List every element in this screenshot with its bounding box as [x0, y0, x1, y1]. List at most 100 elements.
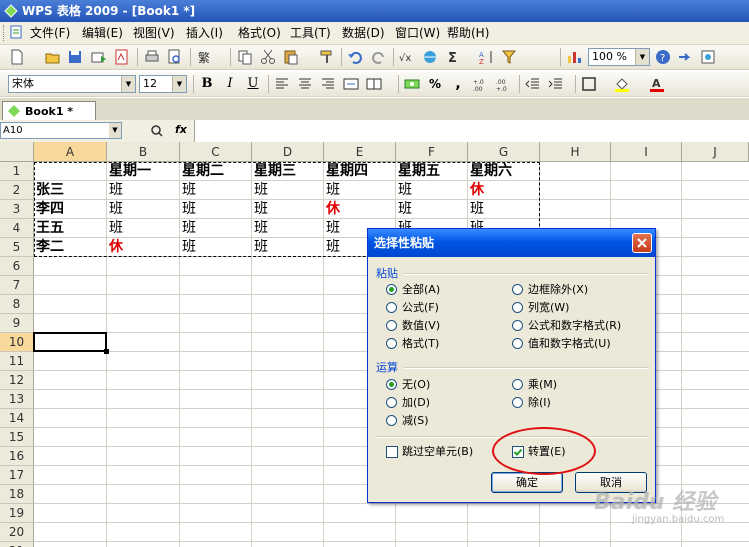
column-header-f[interactable]: F	[396, 142, 468, 162]
row-header-1[interactable]: 1	[0, 162, 34, 181]
row-header-3[interactable]: 3	[0, 200, 34, 219]
underline-button[interactable]: U	[244, 75, 262, 93]
row-header-4[interactable]: 4	[0, 219, 34, 238]
column-header-b[interactable]: B	[107, 142, 180, 162]
checkbox-checked-icon[interactable]	[512, 446, 524, 458]
merge-options-icon[interactable]	[365, 75, 383, 93]
column-header-a[interactable]: A	[34, 142, 107, 162]
undo-icon[interactable]	[346, 48, 364, 66]
column-header-e[interactable]: E	[324, 142, 396, 162]
increase-indent-icon[interactable]	[547, 75, 565, 93]
font-color-icon[interactable]: A	[648, 75, 666, 93]
menu-view[interactable]: 视图(V)	[133, 22, 175, 44]
decrease-indent-icon[interactable]	[524, 75, 542, 93]
menu-tools[interactable]: 工具(T)	[290, 22, 331, 44]
row-header-19[interactable]: 19	[0, 504, 34, 523]
fill-color-icon[interactable]	[613, 75, 631, 93]
copy-icon[interactable]	[236, 48, 254, 66]
align-center-icon[interactable]	[296, 75, 314, 93]
align-left-icon[interactable]	[273, 75, 291, 93]
menu-grip[interactable]	[3, 25, 7, 41]
header-cell[interactable]: 星期二	[180, 162, 252, 181]
align-right-icon[interactable]	[319, 75, 337, 93]
row-header-21[interactable]: 21	[0, 542, 34, 547]
schedule-cell[interactable]: 休	[468, 181, 540, 200]
schedule-cell[interactable]: 班	[252, 200, 324, 219]
schedule-cell[interactable]: 班	[107, 219, 180, 238]
increase-decimal-icon[interactable]: +.0.00	[472, 75, 490, 93]
schedule-cell[interactable]: 休	[324, 200, 396, 219]
row-header-12[interactable]: 12	[0, 371, 34, 390]
column-header-j[interactable]: J	[682, 142, 749, 162]
filter-icon[interactable]	[501, 48, 519, 66]
schedule-cell[interactable]: 班	[180, 238, 252, 257]
name-cell[interactable]: 王五	[34, 219, 107, 238]
radio-icon[interactable]	[386, 320, 397, 331]
row-header-18[interactable]: 18	[0, 485, 34, 504]
schedule-cell[interactable]: 班	[180, 200, 252, 219]
schedule-cell[interactable]: 班	[107, 200, 180, 219]
header-cell[interactable]: 星期六	[468, 162, 540, 181]
merge-center-icon[interactable]	[342, 75, 360, 93]
insert-function-button[interactable]: fx	[175, 123, 187, 136]
borders-icon[interactable]	[580, 75, 598, 93]
help-icon[interactable]: ?	[654, 48, 672, 66]
bold-button[interactable]: B	[198, 75, 216, 93]
close-button[interactable]	[632, 233, 652, 253]
menu-format[interactable]: 格式(O)	[238, 22, 281, 44]
row-header-17[interactable]: 17	[0, 466, 34, 485]
print-preview-icon[interactable]	[166, 48, 184, 66]
radio-icon[interactable]	[512, 338, 523, 349]
redo-icon[interactable]	[370, 48, 388, 66]
row-header-15[interactable]: 15	[0, 428, 34, 447]
radio-icon[interactable]	[512, 379, 523, 390]
font-name-select[interactable]: 宋体 ▼	[8, 75, 136, 93]
menu-window[interactable]: 窗口(W)	[395, 22, 440, 44]
column-header-h[interactable]: H	[540, 142, 611, 162]
radio-checked-icon[interactable]	[386, 379, 397, 390]
menu-data[interactable]: 数据(D)	[342, 22, 385, 44]
zoom-search-icon[interactable]	[150, 124, 163, 137]
name-cell[interactable]: 李二	[34, 238, 107, 257]
schedule-cell[interactable]: 班	[252, 238, 324, 257]
dialog-titlebar[interactable]: 选择性粘贴	[368, 229, 655, 257]
menu-help[interactable]: 帮助(H)	[447, 22, 489, 44]
percent-button[interactable]: %	[426, 75, 444, 93]
header-cell[interactable]: 星期五	[396, 162, 468, 181]
schedule-cell[interactable]: 班	[396, 200, 468, 219]
name-cell[interactable]: 李四	[34, 200, 107, 219]
traditional-chinese-icon[interactable]: 繁	[196, 48, 214, 66]
new-icon[interactable]	[8, 48, 26, 66]
ok-button[interactable]: 确定	[491, 472, 563, 493]
row-header-8[interactable]: 8	[0, 295, 34, 314]
row-header-20[interactable]: 20	[0, 523, 34, 542]
save-icon[interactable]	[66, 48, 84, 66]
fill-handle[interactable]	[104, 349, 109, 354]
schedule-cell[interactable]: 班	[252, 219, 324, 238]
currency-icon[interactable]	[403, 75, 421, 93]
radio-icon[interactable]	[512, 302, 523, 313]
radio-checked-icon[interactable]	[386, 284, 397, 295]
header-cell[interactable]: 星期三	[252, 162, 324, 181]
chevron-down-icon[interactable]: ▼	[635, 49, 649, 65]
name-box[interactable]: A10 ▼	[0, 122, 122, 139]
hyperlink-icon[interactable]	[421, 48, 439, 66]
schedule-cell[interactable]: 休	[107, 238, 180, 257]
schedule-cell[interactable]: 班	[468, 200, 540, 219]
menu-edit[interactable]: 编辑(E)	[82, 22, 123, 44]
schedule-cell[interactable]: 班	[107, 181, 180, 200]
paste-icon[interactable]	[282, 48, 300, 66]
toolbar-options-icon[interactable]	[699, 48, 717, 66]
radio-icon[interactable]	[386, 415, 397, 426]
row-header-9[interactable]: 9	[0, 314, 34, 333]
pdf-icon[interactable]	[113, 48, 131, 66]
chevron-down-icon[interactable]: ▼	[121, 76, 135, 92]
mail-icon[interactable]	[90, 48, 108, 66]
comma-button[interactable]: ,	[449, 75, 467, 93]
schedule-cell[interactable]: 班	[324, 181, 396, 200]
sqrt-icon[interactable]: √x	[398, 48, 416, 66]
chevron-down-icon[interactable]: ▼	[109, 123, 121, 138]
tab-book1[interactable]: Book1 *	[2, 101, 96, 121]
schedule-cell[interactable]: 班	[180, 219, 252, 238]
column-header-c[interactable]: C	[180, 142, 252, 162]
